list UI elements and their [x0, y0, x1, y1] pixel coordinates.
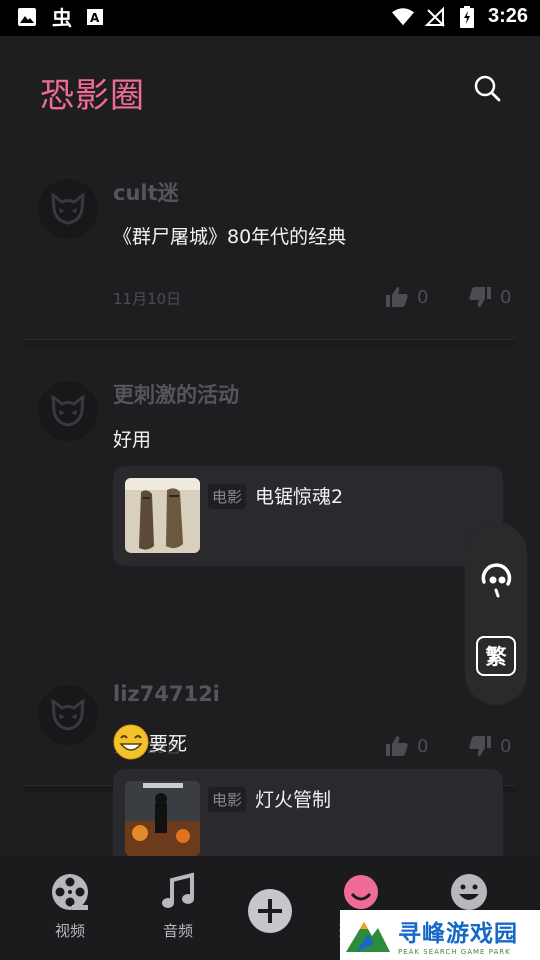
thumbs-up-icon	[386, 287, 408, 307]
post-username[interactable]: liz74712i	[113, 682, 220, 706]
page-title: 恐影圈	[40, 76, 145, 116]
assistant-button[interactable]	[478, 562, 514, 602]
plus-icon	[248, 889, 292, 933]
like-count: 0	[417, 735, 429, 757]
category-tag: 电影	[208, 484, 247, 509]
no-signal-icon	[424, 6, 446, 28]
post-username[interactable]: 更刺激的活动	[113, 379, 239, 409]
nav-label: 视频	[54, 922, 85, 940]
film-reel-icon	[52, 874, 88, 910]
nav-tab-audio[interactable]: 音频	[143, 872, 213, 941]
category-tag: 电影	[208, 787, 247, 812]
status-time: 3:26	[487, 5, 528, 27]
status-bar: 虫 A 3:26	[0, 0, 540, 36]
search-button[interactable]	[472, 73, 504, 105]
avatar[interactable]	[38, 685, 98, 745]
post-text: 要死	[113, 724, 187, 760]
like-button[interactable]: 0	[385, 285, 428, 309]
grin-emoji-icon	[113, 724, 149, 760]
app-bar: 恐影圈	[0, 36, 540, 146]
app-notification-icon: 虫	[50, 6, 72, 28]
smile-face-icon	[344, 875, 378, 909]
assistant-face-icon	[481, 563, 512, 598]
movie-card[interactable]: 电影 电锯惊魂2	[113, 466, 503, 566]
avatar[interactable]	[38, 381, 98, 441]
nav-add-button[interactable]	[235, 888, 305, 938]
avatar[interactable]	[38, 179, 98, 239]
smiley-icon	[451, 874, 487, 910]
movie-title: 灯火管制	[255, 789, 332, 811]
font-a-icon: A	[84, 6, 106, 28]
post-text-content: 要死	[149, 732, 188, 755]
battery-charging-icon	[456, 5, 478, 28]
watermark-subtitle: PEAK SEARCH GAME PARK	[398, 948, 511, 956]
traditional-label: 繁	[485, 645, 507, 669]
dislike-count: 0	[500, 735, 512, 757]
music-note-icon	[162, 872, 194, 908]
nav-label: 音频	[162, 922, 193, 940]
svg-text:A: A	[90, 11, 100, 25]
like-button[interactable]: 0	[385, 734, 428, 758]
cat-mask-icon	[51, 193, 85, 225]
cat-mask-icon	[51, 699, 85, 731]
dislike-button[interactable]: 0	[468, 734, 511, 758]
image-icon	[16, 6, 38, 28]
search-icon	[474, 75, 501, 102]
movie-title: 电锯惊魂2	[255, 486, 344, 508]
svg-text:虫: 虫	[52, 6, 72, 28]
post-date: 11月10日	[113, 290, 182, 308]
movie-poster	[125, 478, 200, 553]
movie-poster	[125, 781, 200, 856]
watermark-title: 寻峰游戏园	[398, 921, 518, 947]
wifi-icon	[391, 6, 414, 28]
post-text: 好用	[113, 429, 152, 451]
cat-mask-icon	[51, 395, 85, 427]
nav-tab-video[interactable]: 视频	[35, 872, 105, 941]
dislike-count: 0	[500, 286, 512, 308]
post-divider	[24, 339, 516, 346]
thumbs-up-icon	[386, 736, 408, 756]
traditional-chinese-button[interactable]: 繁	[476, 636, 516, 676]
dislike-button[interactable]: 0	[468, 285, 511, 309]
mountain-logo-icon	[346, 922, 390, 952]
post-text: 《群尸屠城》80年代的经典	[113, 226, 347, 248]
movie-card[interactable]: 电影 灯火管制	[113, 769, 503, 856]
like-count: 0	[417, 286, 429, 308]
thumbs-down-icon	[469, 287, 491, 307]
floating-tool-panel: 繁	[465, 522, 527, 705]
post-username[interactable]: cult迷	[113, 177, 179, 207]
watermark-logo: 寻峰游戏园 PEAK SEARCH GAME PARK	[340, 910, 540, 960]
post-feed[interactable]: cult迷 《群尸屠城》80年代的经典 11月10日 0 0 更刺激的活动 好用	[0, 146, 540, 856]
thumbs-down-icon	[469, 736, 491, 756]
